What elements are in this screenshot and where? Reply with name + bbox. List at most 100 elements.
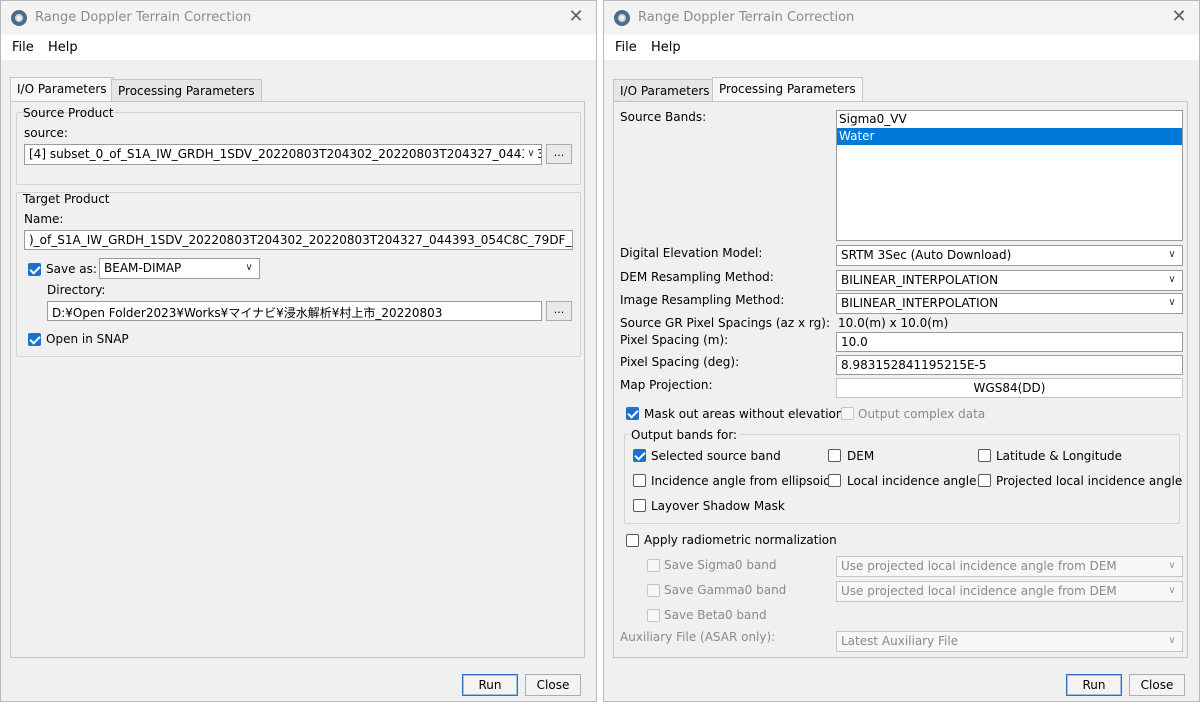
lat-lon-label: Latitude & Longitude <box>996 449 1123 463</box>
sigma0-source-value: Use projected local incidence angle from… <box>841 559 1117 573</box>
pixel-spacing-m-label: Pixel Spacing (m): <box>620 333 729 347</box>
name-label: Name: <box>24 212 64 226</box>
source-product-select[interactable]: [4] subset_0_of_S1A_IW_GRDH_1SDV_2022080… <box>24 144 542 165</box>
aux-file-select[interactable]: Latest Auxiliary File ∨ <box>836 631 1183 652</box>
tab-io-parameters[interactable]: I/O Parameters <box>613 79 717 102</box>
tab-processing-parameters[interactable]: Processing Parameters <box>712 77 863 102</box>
save-sigma0-label: Save Sigma0 band <box>664 558 777 572</box>
save-format-value: BEAM-DIMAP <box>104 261 182 275</box>
selected-source-band-label: Selected source band <box>651 449 781 463</box>
snap-app-icon <box>614 10 630 26</box>
selected-source-band-checkbox[interactable] <box>633 449 646 462</box>
title-bar[interactable]: Range Doppler Terrain Correction ✕ <box>604 1 1199 35</box>
output-complex-checkbox[interactable] <box>841 407 854 420</box>
radiometric-normalization-checkbox[interactable] <box>626 534 639 547</box>
chevron-down-icon: ∨ <box>1165 272 1179 288</box>
save-beta0-label: Save Beta0 band <box>664 608 767 622</box>
save-gamma0-checkbox[interactable] <box>647 584 660 597</box>
menu-bar: File Help <box>1 35 596 60</box>
save-sigma0-checkbox[interactable] <box>647 559 660 572</box>
left-dialog-window: Range Doppler Terrain Correction ✕ File … <box>0 0 597 702</box>
dem-value: SRTM 3Sec (Auto Download) <box>841 248 1012 262</box>
pixel-spacing-m-input[interactable]: 10.0 <box>836 332 1183 352</box>
gamma0-source-select[interactable]: Use projected local incidence angle from… <box>836 581 1183 602</box>
chevron-down-icon: ∨ <box>1165 247 1179 263</box>
close-button[interactable]: Close <box>1129 674 1185 696</box>
gamma0-source-value: Use projected local incidence angle from… <box>841 584 1117 598</box>
menu-file[interactable]: File <box>12 40 34 55</box>
processing-parameters-panel: Source Bands: Sigma0_VV Water Digital El… <box>613 101 1188 658</box>
aux-file-value: Latest Auxiliary File <box>841 634 959 648</box>
tab-processing-parameters[interactable]: Processing Parameters <box>111 79 262 102</box>
output-bands-heading: Output bands for: <box>629 428 740 442</box>
snap-app-icon <box>11 10 27 26</box>
source-bands-list[interactable]: Sigma0_VV Water <box>836 110 1183 241</box>
open-in-snap-label: Open in SNAP <box>46 332 129 346</box>
window-title: Range Doppler Terrain Correction <box>35 10 252 25</box>
menu-file[interactable]: File <box>615 40 637 55</box>
run-button[interactable]: Run <box>1066 674 1122 696</box>
incidence-ellipsoid-label: Incidence angle from ellipsoid <box>651 474 831 488</box>
pixel-spacing-deg-label: Pixel Spacing (deg): <box>620 355 740 369</box>
local-incidence-checkbox[interactable] <box>828 474 841 487</box>
directory-browse-button[interactable]: ... <box>546 301 572 321</box>
pixel-spacing-deg-input[interactable]: 8.983152841195215E-5 <box>836 355 1183 375</box>
incidence-ellipsoid-checkbox[interactable] <box>633 474 646 487</box>
save-format-select[interactable]: BEAM-DIMAP ∨ <box>99 258 260 279</box>
close-window-icon[interactable]: ✕ <box>564 5 588 29</box>
layover-shadow-checkbox[interactable] <box>633 499 646 512</box>
dem-resampling-value: BILINEAR_INTERPOLATION <box>841 273 999 287</box>
source-browse-button[interactable]: ... <box>546 144 572 164</box>
source-product-heading: Source Product <box>23 106 114 120</box>
aux-file-label: Auxiliary File (ASAR only): <box>620 630 776 644</box>
save-gamma0-label: Save Gamma0 band <box>664 583 787 597</box>
dem-band-checkbox[interactable] <box>828 449 841 462</box>
chevron-down-icon: ∨ <box>1165 583 1179 599</box>
chevron-down-icon: ∨ <box>1165 558 1179 574</box>
sigma0-source-select[interactable]: Use projected local incidence angle from… <box>836 556 1183 577</box>
layover-shadow-label: Layover Shadow Mask <box>651 499 785 513</box>
dem-resampling-label: DEM Resampling Method: <box>620 270 774 284</box>
dem-label: Digital Elevation Model: <box>620 246 763 260</box>
source-label: source: <box>24 126 68 140</box>
chevron-down-icon: ∨ <box>242 260 256 276</box>
target-name-input[interactable]: )_of_S1A_IW_GRDH_1SDV_20220803T204302_20… <box>24 230 573 250</box>
map-projection-label: Map Projection: <box>620 378 713 392</box>
menu-help[interactable]: Help <box>48 40 78 55</box>
title-bar[interactable]: Range Doppler Terrain Correction ✕ <box>1 1 596 35</box>
image-resampling-value: BILINEAR_INTERPOLATION <box>841 296 999 310</box>
directory-input[interactable]: D:¥Open Folder2023¥Works¥マイナビ¥浸水解析¥村上市_2… <box>47 301 542 321</box>
dem-band-label: DEM <box>847 449 875 463</box>
save-as-checkbox[interactable] <box>28 263 41 276</box>
chevron-down-icon: ∨ <box>1165 633 1179 649</box>
source-product-value: [4] subset_0_of_S1A_IW_GRDH_1SDV_2022080… <box>29 147 542 161</box>
map-projection-button[interactable]: WGS84(DD) <box>836 378 1183 398</box>
source-bands-label: Source Bands: <box>620 110 707 124</box>
save-beta0-checkbox[interactable] <box>647 609 660 622</box>
target-product-heading: Target Product <box>23 192 110 206</box>
tab-io-parameters[interactable]: I/O Parameters <box>10 77 114 102</box>
dem-select[interactable]: SRTM 3Sec (Auto Download) ∨ <box>836 245 1183 266</box>
dem-resampling-select[interactable]: BILINEAR_INTERPOLATION ∨ <box>836 270 1183 291</box>
menu-help[interactable]: Help <box>651 40 681 55</box>
projected-local-incidence-checkbox[interactable] <box>978 474 991 487</box>
radiometric-normalization-label: Apply radiometric normalization <box>644 533 837 547</box>
run-button[interactable]: Run <box>462 674 518 696</box>
directory-label: Directory: <box>47 283 106 297</box>
list-item[interactable]: Water <box>837 128 1182 145</box>
lat-lon-checkbox[interactable] <box>978 449 991 462</box>
output-complex-label: Output complex data <box>858 407 986 421</box>
mask-elevation-checkbox[interactable] <box>626 407 639 420</box>
chevron-down-icon: ∨ <box>524 146 538 162</box>
close-button[interactable]: Close <box>525 674 581 696</box>
local-incidence-label: Local incidence angle <box>847 474 977 488</box>
window-title: Range Doppler Terrain Correction <box>638 10 855 25</box>
image-resampling-select[interactable]: BILINEAR_INTERPOLATION ∨ <box>836 293 1183 314</box>
close-window-icon[interactable]: ✕ <box>1167 5 1191 29</box>
io-parameters-panel: Source Product source: [4] subset_0_of_S… <box>10 101 585 658</box>
list-item[interactable]: Sigma0_VV <box>837 111 1182 128</box>
projected-local-incidence-label: Projected local incidence angle <box>996 474 1183 488</box>
image-resampling-label: Image Resampling Method: <box>620 293 785 307</box>
open-in-snap-checkbox[interactable] <box>28 333 41 346</box>
gr-spacing-label: Source GR Pixel Spacings (az x rg): <box>620 316 830 330</box>
